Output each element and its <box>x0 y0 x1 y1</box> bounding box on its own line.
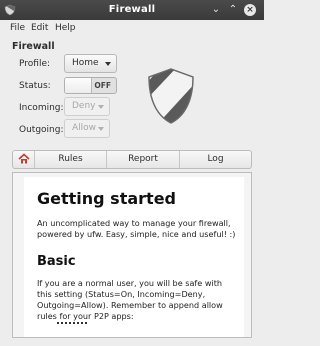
profile-value: Home <box>72 58 99 68</box>
menu-file[interactable]: File <box>10 23 25 33</box>
tab-rules[interactable]: Rules <box>34 151 106 168</box>
status-label: Status: <box>19 81 51 91</box>
outgoing-label: Outgoing: <box>19 125 64 135</box>
help-intro: An uncomplicated way to manage your fire… <box>37 218 236 239</box>
maximize-icon[interactable]: ⌃ <box>227 4 239 16</box>
firewall-section-title: Firewall <box>12 41 55 52</box>
truncated-list-hint <box>57 322 87 324</box>
tab-log[interactable]: Log <box>179 151 251 168</box>
incoming-label: Incoming: <box>19 103 64 113</box>
close-icon[interactable]: × <box>244 4 256 16</box>
help-content: Getting started An uncomplicated way to … <box>24 177 244 337</box>
status-toggle[interactable]: OFF <box>64 77 117 94</box>
tab-home[interactable] <box>13 151 34 168</box>
toggle-knob <box>65 78 92 93</box>
chevron-down-icon <box>98 127 104 131</box>
outgoing-value: Allow <box>72 123 97 133</box>
chevron-down-icon <box>98 105 104 109</box>
tab-report[interactable]: Report <box>106 151 179 168</box>
firewall-shield-icon <box>148 68 194 124</box>
help-subheading: Basic <box>37 254 76 269</box>
help-panel[interactable]: Getting started An uncomplicated way to … <box>12 172 252 338</box>
home-icon <box>17 153 30 164</box>
incoming-select[interactable]: Deny <box>64 97 110 116</box>
menu-edit[interactable]: Edit <box>31 23 48 33</box>
menu-bar: File Edit Help <box>0 20 264 36</box>
window-title: Firewall <box>108 4 156 15</box>
help-heading: Getting started <box>37 189 176 208</box>
chevron-down-icon <box>105 62 111 66</box>
status-value: OFF <box>94 81 111 90</box>
incoming-value: Deny <box>72 101 96 111</box>
help-body: If you are a normal user, you will be sa… <box>37 278 223 321</box>
title-bar[interactable]: Firewall ⌄ ⌃ × <box>0 0 264 20</box>
menu-help[interactable]: Help <box>55 23 76 33</box>
profile-select[interactable]: Home <box>64 54 117 73</box>
outgoing-select[interactable]: Allow <box>64 119 110 138</box>
profile-label: Profile: <box>19 59 51 69</box>
minimize-icon[interactable]: ⌄ <box>210 4 222 16</box>
tab-bar: Rules Report Log <box>12 150 252 169</box>
